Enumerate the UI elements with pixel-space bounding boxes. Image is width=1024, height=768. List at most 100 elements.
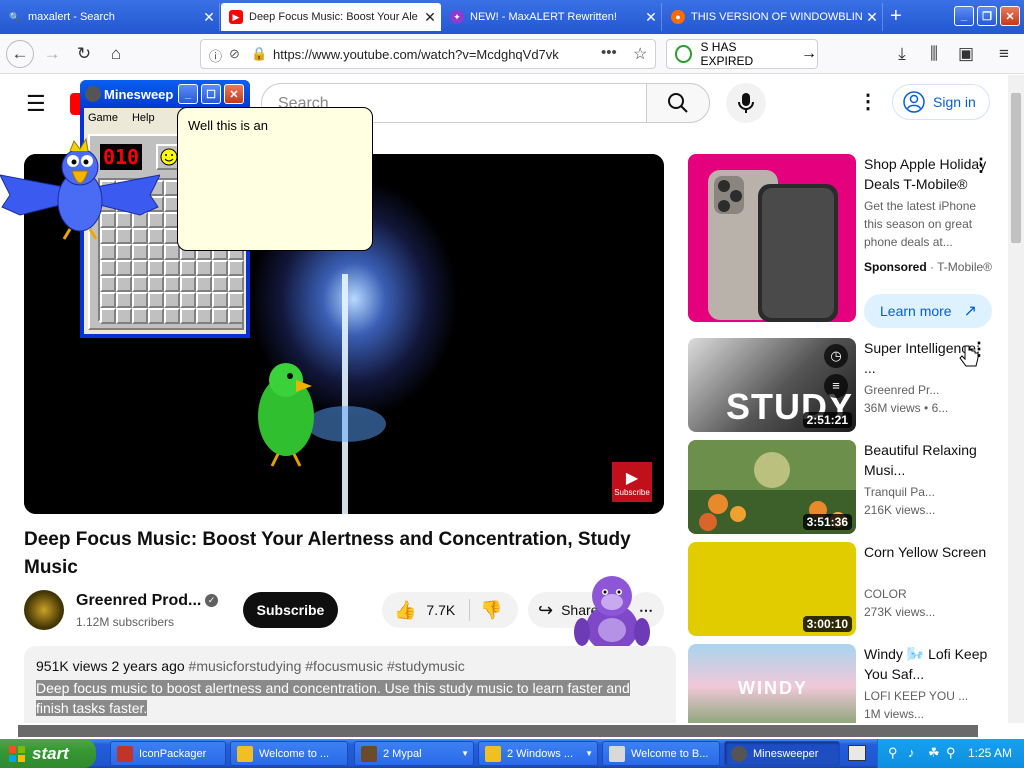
network-icon[interactable]: ⚲	[888, 745, 898, 761]
mine-cell[interactable]	[100, 292, 116, 308]
start-button[interactable]: start	[0, 739, 96, 768]
mine-cell[interactable]	[196, 308, 212, 324]
mine-cell[interactable]	[116, 292, 132, 308]
mine-cell[interactable]	[100, 244, 116, 260]
mine-cell[interactable]	[196, 276, 212, 292]
more-options-icon[interactable]: ⋮	[858, 89, 878, 114]
mine-cell[interactable]	[116, 308, 132, 324]
back-icon[interactable]: ←	[6, 40, 34, 68]
mine-cell[interactable]	[164, 260, 180, 276]
library-icon[interactable]: ⫼	[920, 40, 948, 68]
mine-cell[interactable]	[228, 308, 244, 324]
sign-in-button[interactable]: Sign in	[892, 84, 990, 120]
thumbs-up-icon[interactable]: 👍	[394, 600, 416, 621]
mine-cell[interactable]	[212, 292, 228, 308]
expired-notice[interactable]: S HAS EXPIRED →	[666, 39, 818, 69]
voice-search-button[interactable]	[726, 83, 766, 123]
minimize-button[interactable]: _	[178, 84, 198, 104]
mine-cell[interactable]	[116, 260, 132, 276]
tab-youtube[interactable]: ▶ Deep Focus Music: Boost Your Ale ✕	[221, 3, 441, 31]
close-icon[interactable]: ✕	[641, 9, 661, 26]
recommendation-title[interactable]: Corn Yellow Screen	[864, 542, 994, 562]
mine-cell[interactable]	[164, 292, 180, 308]
add-to-queue-icon[interactable]: ≡	[824, 374, 848, 398]
mine-cell[interactable]	[180, 276, 196, 292]
channel-name[interactable]: Greenred Prod...	[76, 592, 201, 610]
tab-maxalert-rewritten[interactable]: ✦ NEW! - MaxALERT Rewritten! ✕	[442, 3, 662, 31]
recommendation-channel[interactable]: Tranquil Pa...	[864, 483, 994, 501]
home-icon[interactable]: ⌂	[102, 40, 130, 68]
mine-cell[interactable]	[100, 276, 116, 292]
mine-cell[interactable]	[164, 276, 180, 292]
hamburger-menu-icon[interactable]: ☰	[26, 91, 46, 117]
arrow-right-icon[interactable]: →	[801, 45, 817, 63]
menu-icon[interactable]: ≡	[990, 40, 1018, 68]
close-icon[interactable]: ✕	[862, 9, 882, 26]
scrollbar-thumb[interactable]	[1011, 93, 1021, 243]
forward-icon[interactable]: →	[38, 40, 66, 68]
permissions-icon[interactable]: ⊘	[229, 46, 240, 62]
scrollbar-thumb[interactable]	[18, 725, 978, 737]
recommendation-thumbnail[interactable]: STUDY ◷ ≡ 2:51:21	[688, 338, 856, 432]
mine-cell[interactable]	[180, 308, 196, 324]
description-box[interactable]: 951K views 2 years ago #musicforstudying…	[24, 646, 676, 723]
more-options-icon[interactable]: ⋮	[972, 155, 990, 176]
bonzi-buddy-character[interactable]	[572, 570, 652, 655]
mine-cell[interactable]	[116, 244, 132, 260]
maximize-button[interactable]: ☐	[201, 84, 221, 104]
mine-cell[interactable]	[132, 292, 148, 308]
taskbar-item-windows[interactable]: 2 Windows ... ▼	[478, 741, 598, 766]
minimize-button[interactable]: _	[954, 6, 974, 26]
new-tab-icon[interactable]: +	[890, 5, 902, 28]
mine-cell[interactable]	[132, 308, 148, 324]
mine-cell[interactable]	[228, 276, 244, 292]
taskbar-item-mypal[interactable]: 2 Mypal ▼	[354, 741, 474, 766]
mine-cell[interactable]	[148, 276, 164, 292]
mine-cell[interactable]	[196, 292, 212, 308]
hashtags[interactable]: #musicforstudying #focusmusic #studymusi…	[189, 658, 465, 674]
mine-cell[interactable]	[180, 292, 196, 308]
mine-cell[interactable]	[116, 276, 132, 292]
mine-cell[interactable]	[212, 260, 228, 276]
subscribe-button[interactable]: Subscribe	[243, 592, 338, 628]
mine-cell[interactable]	[212, 276, 228, 292]
taskbar-item-minesweeper[interactable]: Minesweeper	[724, 741, 840, 766]
tab-windowblinds[interactable]: ● THIS VERSION OF WINDOWBLIN ✕	[663, 3, 883, 31]
mine-cell[interactable]	[132, 260, 148, 276]
search-icon[interactable]: ⚲	[946, 745, 956, 761]
recommendation-title[interactable]: Beautiful Relaxing Musi...	[864, 440, 994, 480]
page-actions-icon[interactable]: •••	[601, 44, 617, 61]
bookmark-star-icon[interactable]: ☆	[633, 44, 647, 64]
tray-app-icon[interactable]: ☘	[928, 745, 940, 761]
mine-cell[interactable]	[212, 308, 228, 324]
mine-cell[interactable]	[100, 308, 116, 324]
recommendation-channel[interactable]: Greenred Pr...	[864, 381, 994, 399]
recommendation-channel[interactable]: COLOR	[864, 585, 994, 603]
mine-cell[interactable]	[132, 276, 148, 292]
horizontal-scrollbar[interactable]	[0, 723, 1008, 739]
minesweeper-titlebar[interactable]: Minesweeper _ ☐ ✕	[80, 80, 250, 108]
maximize-button[interactable]: ❐	[977, 6, 997, 26]
ad-thumbnail[interactable]	[688, 154, 856, 322]
close-icon[interactable]: ✕	[199, 9, 219, 26]
url-bar[interactable]: ⓘ ⊘ 🔒 https://www.youtube.com/watch?v=Mc…	[200, 39, 656, 69]
menu-help[interactable]: Help	[132, 112, 155, 124]
taskbar-item-iconpackager[interactable]: IconPackager	[110, 741, 226, 766]
recommendation-channel[interactable]: LOFI KEEP YOU ...	[864, 687, 994, 705]
sidebar-icon[interactable]: ▣	[952, 40, 980, 68]
like-count[interactable]: 7.7K	[426, 602, 455, 618]
mine-cell[interactable]	[148, 244, 164, 260]
mine-cell[interactable]	[148, 260, 164, 276]
mine-cell[interactable]	[180, 260, 196, 276]
tab-maxalert-search[interactable]: 🔍 maxalert - Search ✕	[0, 3, 220, 31]
mine-cell[interactable]	[148, 308, 164, 324]
taskbar-item-welcome[interactable]: Welcome to ...	[230, 741, 348, 766]
close-window-button[interactable]: ✕	[1000, 6, 1020, 26]
keyboard-icon[interactable]	[848, 745, 866, 761]
recommendation-thumbnail[interactable]: 3:51:36	[688, 440, 856, 534]
mine-cell[interactable]	[132, 244, 148, 260]
recommendation-thumbnail[interactable]: WINDY	[688, 644, 856, 723]
watch-later-icon[interactable]: ◷	[824, 344, 848, 368]
learn-more-button[interactable]: Learn more ↗	[864, 294, 992, 328]
blue-bird-character[interactable]	[0, 135, 160, 245]
